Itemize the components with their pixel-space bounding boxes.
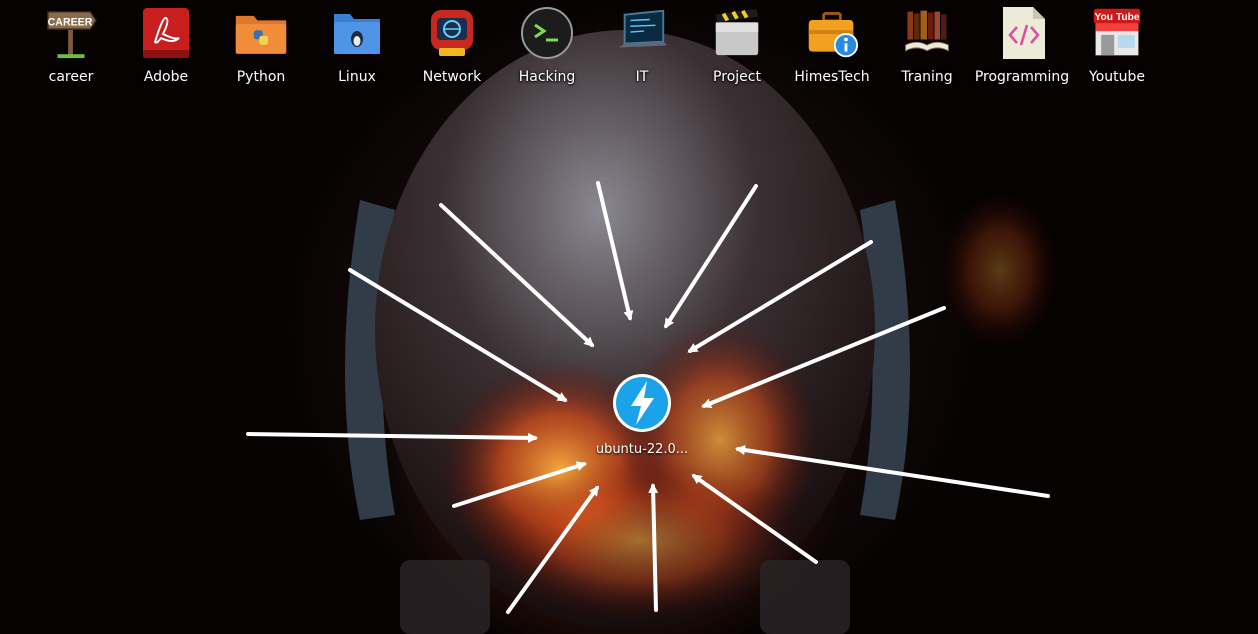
terminal-icon (520, 6, 574, 60)
desktop-icon-hacking[interactable]: Hacking (501, 6, 593, 92)
desktop-icon-label: Programming (974, 69, 1070, 85)
desktop-icon-network[interactable]: Network (406, 6, 498, 92)
desktop-icon-ubuntu-file[interactable]: ubuntu-22.0... (592, 372, 692, 462)
desktop-icon-label: Project (713, 69, 761, 85)
network-robot-icon (425, 6, 479, 60)
python-folder-icon (234, 6, 288, 60)
briefcase-info-icon (805, 6, 859, 60)
desktop-icon-label: Python (236, 69, 286, 85)
desktop-icon-himestech[interactable]: HimesTech (786, 6, 878, 92)
desktop-icon-label: HimesTech (794, 69, 870, 85)
code-file-icon (995, 6, 1049, 60)
desktop-icon-label: Hacking (518, 69, 576, 85)
desktop-icon-python[interactable]: Python (215, 6, 307, 92)
desktop-icon-label: Network (422, 69, 482, 85)
clapper-folder-icon (710, 6, 764, 60)
books-icon (900, 6, 954, 60)
desktop-icon-label: IT (635, 69, 649, 85)
desktop-icon-label: ubuntu-22.0... (595, 442, 689, 457)
desktop-icon-label: Adobe (143, 69, 189, 85)
youtube-store-icon: You Tube (1090, 6, 1144, 60)
linux-folder-icon (330, 6, 384, 60)
youtube-sign-text: You Tube (1094, 12, 1139, 23)
desktop-icon-it[interactable]: IT (596, 6, 688, 92)
career-sign-text: CAREER (48, 16, 93, 28)
desktop-icon-label: Youtube (1089, 69, 1145, 85)
adobe-acrobat-icon (139, 6, 193, 60)
desktop-wallpaper (345, 30, 1060, 634)
desktop-icon-traning[interactable]: Traning (881, 6, 973, 92)
desktop-icon-label: Linux (338, 69, 376, 85)
desktop-icon-linux[interactable]: Linux (311, 6, 403, 92)
desktop-icon-career[interactable]: CAREER career (25, 6, 117, 92)
lightning-app-icon (611, 372, 673, 438)
desktop-icon-label: Traning (901, 69, 953, 85)
desktop-icon-youtube[interactable]: You Tube Youtube (1071, 6, 1163, 92)
desktop-icon-label: career (48, 69, 94, 85)
desktop-icon-project[interactable]: Project (691, 6, 783, 92)
desktop-icon-adobe[interactable]: Adobe (120, 6, 212, 92)
career-signpost-icon: CAREER (44, 6, 98, 60)
desktop-icon-programming[interactable]: Programming (974, 6, 1070, 92)
laptop-terminal-icon (615, 6, 669, 60)
